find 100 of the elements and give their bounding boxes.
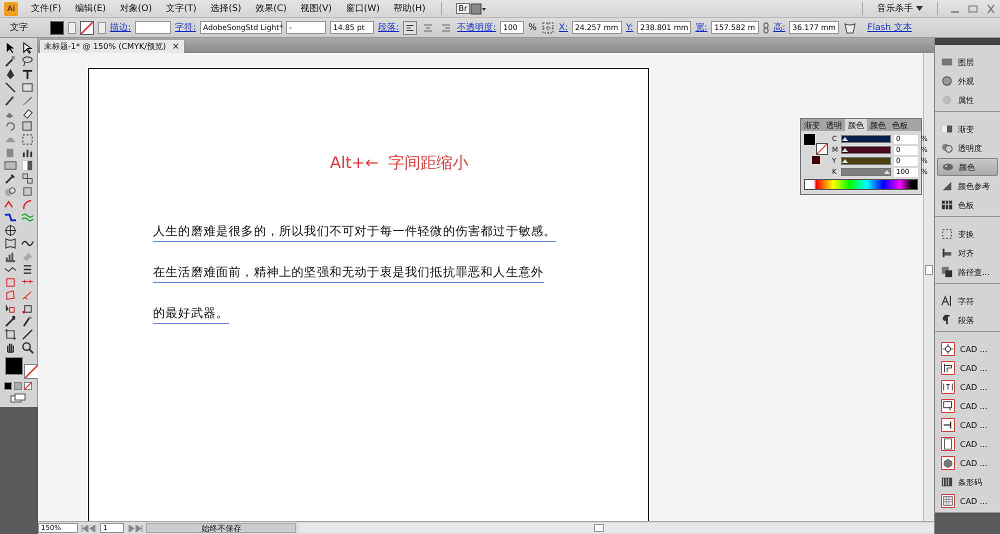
width-link[interactable]: 宽: <box>695 21 708 34</box>
live-paint-icon[interactable] <box>4 185 17 198</box>
slider-thumb[interactable] <box>842 137 848 141</box>
panel-dock-item[interactable]: 对齐 <box>937 244 998 262</box>
link-chain-icon[interactable] <box>763 22 770 34</box>
panel-dock-item[interactable]: CAD ... <box>937 340 998 358</box>
brush-tip-icon[interactable] <box>21 315 34 328</box>
wand-icon[interactable] <box>4 55 17 68</box>
none-mode-icon[interactable] <box>24 382 32 390</box>
line-icon[interactable] <box>4 81 17 94</box>
channel-slider[interactable] <box>841 146 891 154</box>
crop-icon[interactable] <box>4 328 17 341</box>
panel-dock-item[interactable]: 外观 <box>937 72 998 90</box>
menu-item[interactable]: 对象(O) <box>112 2 160 15</box>
caret-icon[interactable] <box>916 6 923 11</box>
horizontal-scrollbar[interactable] <box>299 523 934 533</box>
channel-slider[interactable] <box>841 168 891 176</box>
fill-swatch[interactable] <box>50 20 64 34</box>
panel-dock-item[interactable]: 渐变 <box>937 120 998 138</box>
align-left-icon[interactable] <box>403 20 418 34</box>
selection-arrow-icon[interactable] <box>4 42 17 55</box>
blend-icon[interactable] <box>21 172 34 185</box>
eraser-icon[interactable] <box>21 107 34 120</box>
envelope-warp-icon[interactable] <box>843 22 858 34</box>
channel-slider[interactable] <box>841 135 891 143</box>
panel-tab[interactable]: 渐变 <box>801 119 823 131</box>
document-tab[interactable]: 未标题-1* @ 150% (CMYK/预览) × <box>40 40 184 53</box>
grid-graph-icon[interactable] <box>4 250 17 263</box>
type-icon[interactable] <box>21 68 34 81</box>
workspace-switcher[interactable]: 音乐杀手 <box>871 2 929 15</box>
stroke-color-swatch[interactable] <box>816 143 828 155</box>
save-status[interactable]: 始终不保存 <box>146 523 296 533</box>
panel-tab[interactable]: 透明 <box>823 119 845 131</box>
dropper-icon[interactable] <box>4 315 17 328</box>
screen-mode-icon[interactable] <box>10 393 26 403</box>
eyedropper-icon[interactable] <box>4 172 17 185</box>
slider-thumb[interactable] <box>842 159 848 163</box>
lasso-icon[interactable] <box>21 55 34 68</box>
menu-item[interactable]: 选择(S) <box>204 2 248 15</box>
panel-dock-item[interactable]: 色板 <box>937 196 998 214</box>
panel-dock-item[interactable]: CAD ... <box>937 435 998 453</box>
panel-dock-item[interactable]: CAD ... <box>937 454 998 472</box>
panel-dock-item[interactable]: CAD ... <box>937 397 998 415</box>
menu-item[interactable]: 视图(V) <box>294 2 339 15</box>
pen-icon[interactable] <box>4 68 17 81</box>
first-previous-page-icon[interactable] <box>81 524 98 532</box>
panel-dock-item[interactable]: 属性 <box>937 91 998 109</box>
close-tab-button[interactable]: × <box>172 42 180 52</box>
gradient-icon[interactable] <box>21 159 34 172</box>
menu-item[interactable]: 帮助(H) <box>386 2 433 15</box>
fill-color-swatch[interactable] <box>804 134 815 145</box>
panel-tab[interactable]: 颜色 <box>867 119 889 131</box>
select-area-icon[interactable] <box>4 302 17 315</box>
stroke-link[interactable]: 描边: <box>110 21 132 34</box>
layout-icon[interactable] <box>470 2 486 14</box>
hand-icon[interactable] <box>4 341 17 354</box>
panel-dock-item[interactable]: CAD ... <box>937 416 998 434</box>
y-link[interactable]: Y: <box>626 22 634 32</box>
panel-dock-item[interactable]: 字符 <box>937 292 998 310</box>
zoom-icon[interactable] <box>21 341 34 354</box>
panel-tab[interactable]: 色板 <box>889 119 911 131</box>
maximize-icon[interactable] <box>967 4 979 14</box>
panel-dock-item[interactable]: 颜色参考 <box>937 177 998 195</box>
bridge-button[interactable]: Br <box>456 3 470 14</box>
free-transform-icon[interactable] <box>21 133 34 146</box>
panel-dock-item[interactable]: CAD ... <box>937 359 998 377</box>
rotate-icon[interactable] <box>4 120 17 133</box>
panel-dock-item[interactable]: 颜色 <box>937 158 998 176</box>
character-link[interactable]: 字符: <box>175 21 196 34</box>
close-icon[interactable] <box>985 4 997 14</box>
slider-thumb[interactable] <box>842 148 848 152</box>
slider-thumb[interactable] <box>884 170 890 174</box>
direct-arrow-icon[interactable] <box>21 42 34 55</box>
menu-item[interactable]: 文字(T) <box>159 2 204 15</box>
panel-dock-item[interactable]: 段落 <box>937 311 998 329</box>
arc-icon[interactable] <box>21 198 34 211</box>
panel-tab[interactable]: 颜色 <box>845 119 867 131</box>
no-stroke-swatch[interactable] <box>80 20 94 34</box>
paragraph-link[interactable]: 段落: <box>378 21 400 34</box>
panel-dock-item[interactable]: 透明度 <box>937 139 998 157</box>
fill-color-swatch[interactable] <box>5 357 23 375</box>
vertical-scrollbar[interactable] <box>923 53 934 521</box>
list-icon[interactable] <box>21 263 34 276</box>
menu-item[interactable]: 窗口(W) <box>338 2 387 15</box>
envelope-icon[interactable] <box>4 237 17 250</box>
pencil-icon[interactable] <box>21 94 34 107</box>
reference-point-icon[interactable] <box>540 20 555 34</box>
x-link[interactable]: X: <box>558 22 568 32</box>
panel-dock-item[interactable]: 图层 <box>937 53 998 71</box>
menu-item[interactable]: 编辑(E) <box>68 2 113 15</box>
stroke-color-swatch[interactable] <box>24 364 39 379</box>
panel-dock-item[interactable]: 路径查... <box>937 263 998 281</box>
opacity-link[interactable]: 不透明度: <box>457 21 496 34</box>
color-mode-icon[interactable] <box>4 382 12 390</box>
panel-dock-item[interactable]: 条形码 <box>937 473 998 491</box>
height-link[interactable]: 高: <box>773 21 786 34</box>
channel-slider[interactable] <box>841 157 891 165</box>
menu-item[interactable]: 文件(F) <box>24 2 68 15</box>
flash-text-link[interactable]: Flash 文本 <box>867 21 912 34</box>
zigzag-path-icon[interactable] <box>4 211 17 224</box>
